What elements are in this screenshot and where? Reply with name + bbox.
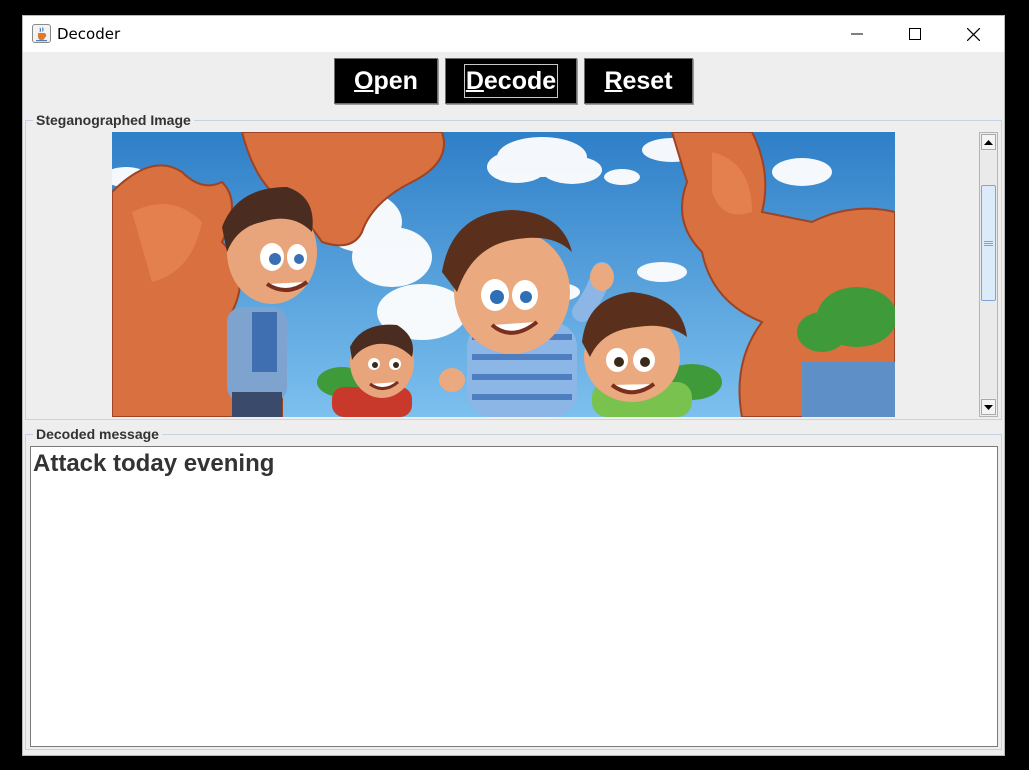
close-icon bbox=[966, 27, 980, 41]
decode-label: ecode bbox=[483, 67, 557, 95]
close-button[interactable] bbox=[944, 16, 1002, 52]
scroll-up-button[interactable] bbox=[981, 134, 996, 150]
scroll-thumb[interactable] bbox=[981, 185, 996, 301]
triangle-down-icon bbox=[984, 404, 993, 410]
open-button[interactable]: Open bbox=[334, 58, 438, 104]
java-cup-icon bbox=[32, 24, 51, 43]
minimize-button[interactable] bbox=[828, 16, 886, 52]
decode-button[interactable]: Decode bbox=[445, 58, 577, 104]
scroll-track[interactable] bbox=[980, 151, 997, 398]
cartoon-boys-canyon-illustration bbox=[112, 132, 895, 417]
grip-icon bbox=[984, 240, 993, 246]
toolbar: Open Decode Reset bbox=[23, 52, 1004, 106]
open-label: pen bbox=[373, 66, 418, 95]
steganographed-image-panel: Steganographed Image bbox=[25, 112, 1002, 420]
minimize-icon bbox=[851, 33, 863, 35]
window-title: Decoder bbox=[57, 25, 121, 43]
decode-mnemonic: D bbox=[465, 67, 484, 95]
image-vertical-scrollbar[interactable] bbox=[979, 132, 998, 417]
title-bar[interactable]: Decoder bbox=[23, 16, 1004, 52]
triangle-up-icon bbox=[984, 139, 993, 145]
reset-button[interactable]: Reset bbox=[584, 58, 693, 104]
maximize-icon bbox=[909, 28, 921, 40]
decoded-message-textarea[interactable]: Attack today evening bbox=[30, 446, 998, 747]
steganographed-image bbox=[112, 132, 895, 417]
decoded-message-text: Attack today evening bbox=[33, 450, 275, 477]
reset-label: eset bbox=[622, 66, 673, 95]
scroll-down-button[interactable] bbox=[981, 399, 996, 415]
decode-focus-ring: Decode bbox=[463, 64, 559, 98]
decoder-window: Decoder Open Decode Reset Steganographed… bbox=[22, 15, 1005, 756]
message-panel-title: Decoded message bbox=[33, 426, 162, 442]
image-panel-title: Steganographed Image bbox=[33, 112, 194, 128]
maximize-button[interactable] bbox=[886, 16, 944, 52]
open-mnemonic: O bbox=[354, 66, 374, 95]
reset-mnemonic: R bbox=[604, 66, 623, 95]
decoded-message-panel: Decoded message Attack today evening bbox=[25, 426, 1002, 750]
